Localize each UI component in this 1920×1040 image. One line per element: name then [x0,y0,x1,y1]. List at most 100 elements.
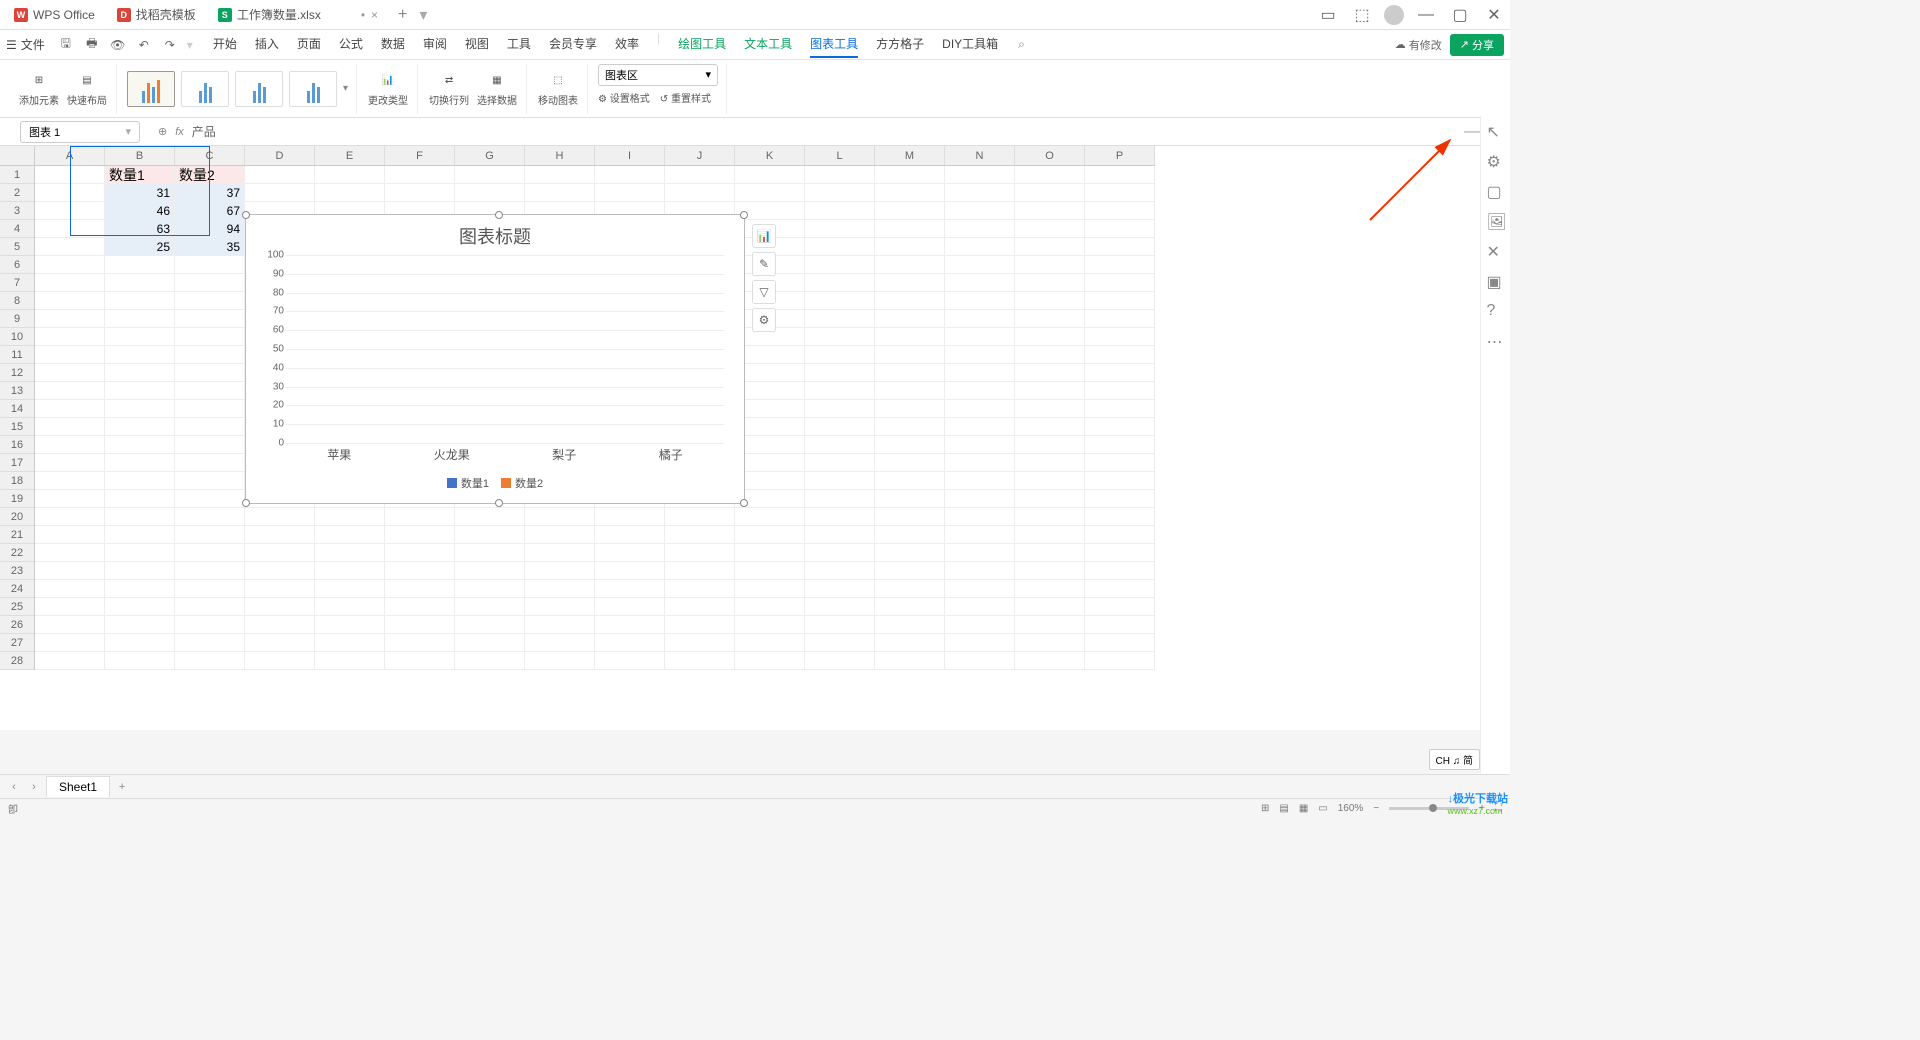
cell[interactable] [175,328,245,346]
cell[interactable] [595,652,665,670]
move-chart-button[interactable]: ⬚移动图表 [537,70,579,107]
cell[interactable] [1015,220,1085,238]
cell[interactable] [315,616,385,634]
cell[interactable] [35,274,105,292]
cell[interactable] [665,598,735,616]
cell[interactable] [245,184,315,202]
cell[interactable] [175,580,245,598]
cell[interactable] [735,634,805,652]
cell[interactable] [35,220,105,238]
chart-style-1[interactable] [127,71,175,107]
cell[interactable] [35,382,105,400]
cell[interactable] [385,544,455,562]
chart-elements-icon[interactable]: 📊 [752,224,776,248]
row-header[interactable]: 20 [0,508,34,526]
cell[interactable] [105,598,175,616]
add-sheet-icon[interactable]: + [114,781,130,793]
cell[interactable] [805,508,875,526]
row-header[interactable]: 24 [0,580,34,598]
col-header[interactable]: A [35,146,105,165]
pointer-icon[interactable]: ↖ [1487,122,1505,140]
cell[interactable] [35,328,105,346]
cell[interactable] [805,220,875,238]
cell[interactable] [35,292,105,310]
cell[interactable] [1085,346,1155,364]
cell[interactable] [385,526,455,544]
row-header[interactable]: 23 [0,562,34,580]
cell[interactable] [175,544,245,562]
cell[interactable] [245,580,315,598]
undo-icon[interactable]: ↶ [135,36,153,54]
cell[interactable] [175,418,245,436]
add-tab-button[interactable]: + [390,6,415,24]
cell[interactable] [1015,346,1085,364]
row-header[interactable]: 18 [0,472,34,490]
cell[interactable] [805,256,875,274]
cell[interactable] [385,580,455,598]
col-header[interactable]: J [665,146,735,165]
cell[interactable] [35,202,105,220]
cell[interactable] [35,472,105,490]
chart-filter-icon[interactable]: ▽ [752,280,776,304]
cell[interactable] [875,256,945,274]
cell[interactable] [875,580,945,598]
cell[interactable] [735,400,805,418]
cell[interactable] [735,544,805,562]
cell[interactable] [175,382,245,400]
add-element-button[interactable]: ⊞添加元素 [18,70,60,107]
cell[interactable] [35,526,105,544]
cell[interactable] [105,382,175,400]
cell[interactable] [665,634,735,652]
close-window-icon[interactable]: ✕ [1482,3,1506,27]
row-header[interactable]: 16 [0,436,34,454]
cell[interactable] [1015,652,1085,670]
cell[interactable] [1015,382,1085,400]
cell[interactable] [595,508,665,526]
cell[interactable] [735,580,805,598]
cell[interactable] [875,382,945,400]
cell[interactable] [805,364,875,382]
file-menu[interactable]: ☰ 文件 [6,36,45,53]
cell[interactable] [35,490,105,508]
cell[interactable] [455,580,525,598]
cell[interactable] [1085,310,1155,328]
col-header[interactable]: B [105,146,175,165]
tab-chart-tool[interactable]: 图表工具 [810,31,858,58]
cell[interactable] [805,490,875,508]
cell[interactable] [875,634,945,652]
cell[interactable] [35,418,105,436]
cell[interactable] [105,292,175,310]
cell[interactable] [665,526,735,544]
cell[interactable] [805,634,875,652]
cell[interactable] [735,418,805,436]
cell[interactable] [735,184,805,202]
cell[interactable] [805,418,875,436]
cell[interactable] [315,184,385,202]
cell[interactable] [1085,634,1155,652]
cell[interactable] [945,400,1015,418]
cell[interactable] [945,202,1015,220]
cell[interactable] [315,634,385,652]
cell[interactable] [1015,580,1085,598]
cell[interactable] [1085,652,1155,670]
cell[interactable] [35,634,105,652]
row-header[interactable]: 15 [0,418,34,436]
cell[interactable] [735,436,805,454]
sheet-nav-next-icon[interactable]: › [26,781,42,793]
row-header[interactable]: 28 [0,652,34,670]
quick-layout-button[interactable]: ▤快速布局 [66,70,108,107]
chart-styles-icon[interactable]: ✎ [752,252,776,276]
cell[interactable] [1015,328,1085,346]
cell[interactable] [735,508,805,526]
cell[interactable] [35,364,105,382]
cell[interactable] [875,436,945,454]
cell[interactable] [1085,400,1155,418]
cell[interactable] [875,310,945,328]
cell[interactable] [805,346,875,364]
cell[interactable] [245,634,315,652]
cell[interactable] [875,166,945,184]
cell[interactable] [1015,202,1085,220]
name-box[interactable]: 图表 1▾ [20,121,140,143]
preview-icon[interactable]: 👁 [109,36,127,54]
cell[interactable] [245,598,315,616]
